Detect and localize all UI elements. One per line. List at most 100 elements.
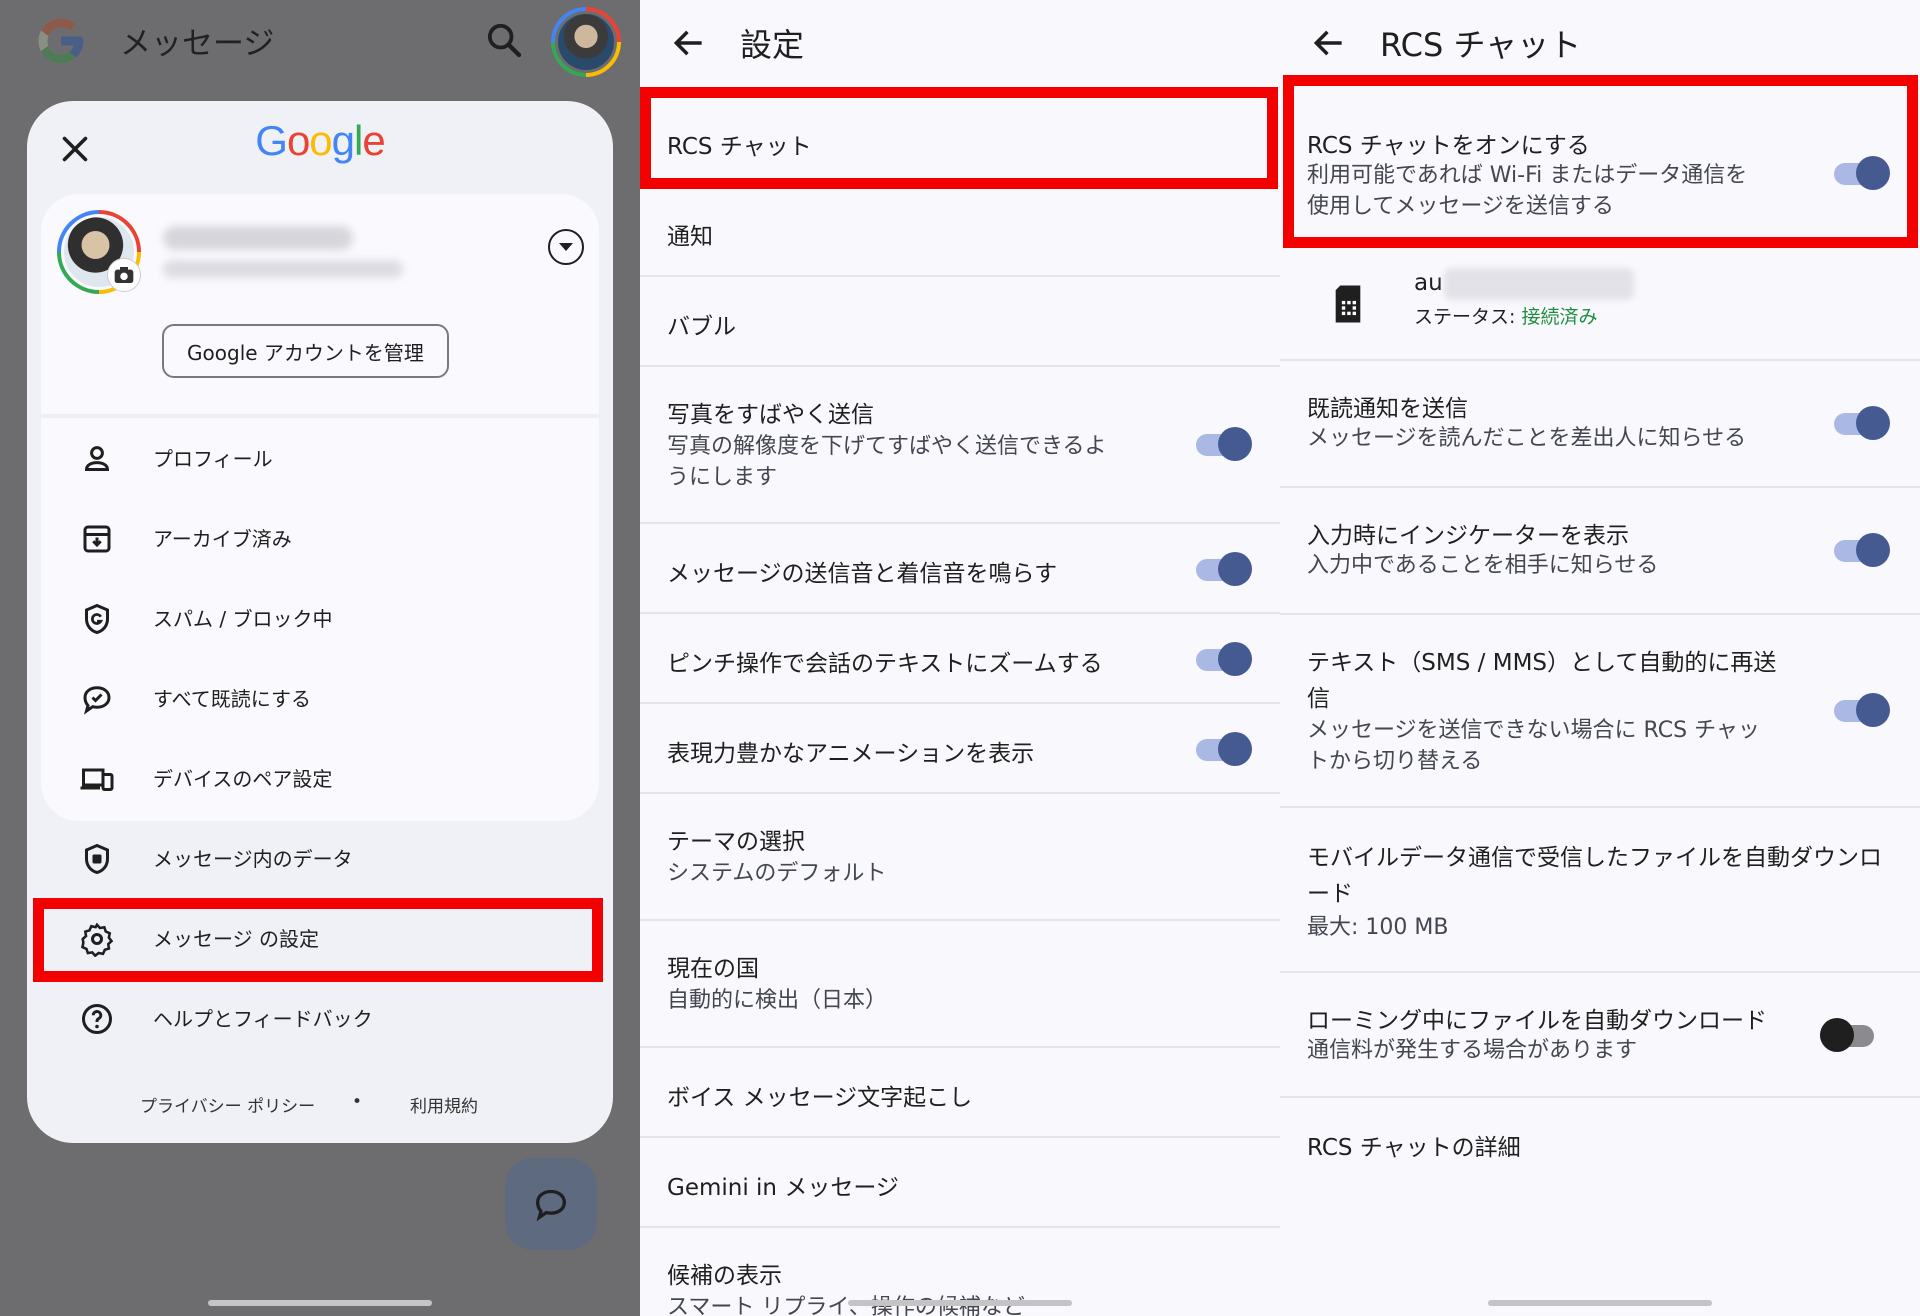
menu-label: すべて既読にする [153,687,311,711]
toggle-switch[interactable] [1820,1018,1876,1052]
mark-read-icon [83,686,111,715]
menu-label: デバイスのペア設定 [153,767,333,791]
gesture-handle [848,1300,1072,1306]
setting-send-sounds[interactable]: メッセージの送信音と着信音を鳴らす [640,524,1280,614]
setting-rcs-details[interactable]: RCS チャットの詳細 [1280,1098,1920,1188]
setting-title: 信 [1307,686,1330,712]
toggle-switch[interactable] [1196,427,1252,461]
separator: • [352,1092,363,1112]
search-icon[interactable] [484,20,524,60]
setting-title: モバイルデータ通信で受信したファイルを自動ダウンロ [1307,845,1882,871]
rcs-chat-panel: RCS チャット RCS チャットをオンにする 利用可能であれば Wi-Fi ま… [1280,0,1920,1316]
sim-card-icon [1335,285,1361,323]
toggle-switch[interactable] [1834,406,1890,440]
setting-subtitle: 自動的に検出（日本） [667,988,888,1013]
toggle-switch[interactable] [1834,533,1890,567]
menu-item-archived[interactable]: アーカイブ済み [27,499,613,579]
setting-gemini[interactable]: Gemini in メッセージ [640,1138,1280,1228]
rcs-top-bar: RCS チャット [1280,0,1920,86]
setting-title: テキスト（SMS / MMS）として自動的に再送 [1307,650,1777,676]
messages-drawer-panel: メッセージ Google Google アカウントを管理 プロフィール アーカイ… [0,0,640,1316]
toggle-switch[interactable] [1196,552,1252,586]
setting-title: 候補の表示 [667,1263,782,1289]
account-email-redacted [163,260,403,278]
setting-notifications[interactable]: 通知 [640,187,1280,277]
menu-item-device-pairing[interactable]: デバイスのペア設定 [27,739,613,819]
setting-bubbles[interactable]: バブル [640,277,1280,367]
setting-subtitle: 通信料が発生する場合があります [1307,1038,1638,1063]
setting-subtitle: システムのデフォルト [667,861,887,886]
help-icon [82,1004,112,1034]
menu-item-profile[interactable]: プロフィール [27,419,613,499]
setting-title: ード [1307,881,1353,907]
menu-label: スパム / ブロック中 [153,607,333,631]
setting-auto-download-roaming[interactable]: ローミング中にファイルを自動ダウンロード 通信料が発生する場合があります [1280,973,1920,1098]
setting-current-country[interactable]: 現在の国 自動的に検出（日本） [640,921,1280,1048]
setting-title: 現在の国 [667,956,759,982]
gesture-handle [1488,1300,1712,1306]
setting-title: 入力時にインジケーターを表示 [1307,523,1629,549]
divider [41,414,599,418]
settings-top-bar: 設定 [640,0,1280,86]
menu-item-mark-all-read[interactable]: すべて既読にする [27,659,613,739]
setting-read-receipts[interactable]: 既読通知を送信 メッセージを読んだことを差出人に知らせる [1280,361,1920,488]
start-chat-button[interactable] [505,1158,597,1250]
app-title: メッセージ [120,26,275,62]
data-shield-icon [85,843,109,875]
app-bar: メッセージ [0,0,640,86]
setting-voice-transcription[interactable]: ボイス メッセージ文字起こし [640,1048,1280,1138]
setting-title: バブル [667,314,736,340]
status-badge: 接続済み [1521,306,1598,328]
privacy-policy-link[interactable]: プライバシー ポリシー [140,1092,315,1117]
google-wordmark: Google [255,117,385,164]
setting-theme[interactable]: テーマの選択 システムのデフォルト [640,794,1280,921]
settings-panel: 設定 RCS チャット 通知 バブル 写真をすばやく送信 写真の解像度を下げてす… [640,0,1280,1316]
setting-expressive-animations[interactable]: 表現力豊かなアニメーションを表示 [640,704,1280,794]
setting-title: 既読通知を送信 [1307,396,1468,422]
setting-pinch-zoom[interactable]: ピンチ操作で会話のテキストにズームする [640,614,1280,704]
page-title: RCS チャット [1380,26,1582,64]
menu-label: アーカイブ済み [153,527,292,551]
setting-subtitle: 最大: 100 MB [1307,915,1449,940]
setting-auto-resend-sms[interactable]: テキスト（SMS / MMS）として自動的に再送 信 メッセージを送信できない場… [1280,615,1920,808]
back-arrow-icon[interactable] [670,24,708,62]
setting-title: 写真をすばやく送信 [667,402,874,428]
person-icon [84,446,110,471]
account-name-redacted [163,226,353,250]
chat-icon [535,1189,567,1222]
chevron-down-icon[interactable] [546,227,586,267]
setting-title: ローミング中にファイルを自動ダウンロード [1307,1008,1767,1034]
setting-title: ボイス メッセージ文字起こし [667,1085,973,1111]
google-g-icon [38,18,84,64]
sim-status-row[interactable]: au ステータス: 接続済み [1280,246,1920,361]
setting-fast-photo-send[interactable]: 写真をすばやく送信 写真の解像度を下げてすばやく送信できるよ うにします [640,367,1280,524]
menu-item-spam-blocked[interactable]: スパム / ブロック中 [27,579,613,659]
highlight-box [640,87,1278,189]
menu-label: プロフィール [153,447,273,471]
setting-subtitle: 写真の解像度を下げてすばやく送信できるよ [667,434,1107,459]
setting-auto-download-mobile[interactable]: モバイルデータ通信で受信したファイルを自動ダウンロ ード 最大: 100 MB [1280,808,1920,973]
setting-subtitle: トから切り替える [1307,749,1483,774]
setting-title: 通知 [667,224,713,250]
menu-item-data-in-messages[interactable]: メッセージ内のデータ [27,819,613,899]
camera-icon[interactable] [107,258,141,292]
manage-account-button[interactable]: Google アカウントを管理 [162,324,449,378]
menu-item-help-feedback[interactable]: ヘルプとフィードバック [27,979,613,1059]
setting-typing-indicator[interactable]: 入力時にインジケーターを表示 入力中であることを相手に知らせる [1280,488,1920,615]
toggle-switch[interactable] [1196,642,1252,676]
avatar[interactable] [551,7,621,77]
spam-shield-icon [85,603,109,635]
gesture-handle [208,1300,432,1306]
setting-subtitle: メッセージを送信できない場合に RCS チャッ [1307,718,1760,743]
sim-status: ステータス: 接続済み [1414,306,1598,328]
toggle-switch[interactable] [1834,693,1890,727]
back-arrow-icon[interactable] [1310,24,1348,62]
setting-subtitle: メッセージを読んだことを差出人に知らせる [1307,426,1747,451]
toggle-switch[interactable] [1196,732,1252,766]
highlight-box [1283,75,1918,248]
terms-link[interactable]: 利用規約 [410,1092,478,1117]
number-redacted [1444,268,1634,300]
setting-title: RCS チャットの詳細 [1307,1135,1521,1161]
setting-title: ピンチ操作で会話のテキストにズームする [667,651,1103,677]
carrier-name: au [1414,270,1443,296]
